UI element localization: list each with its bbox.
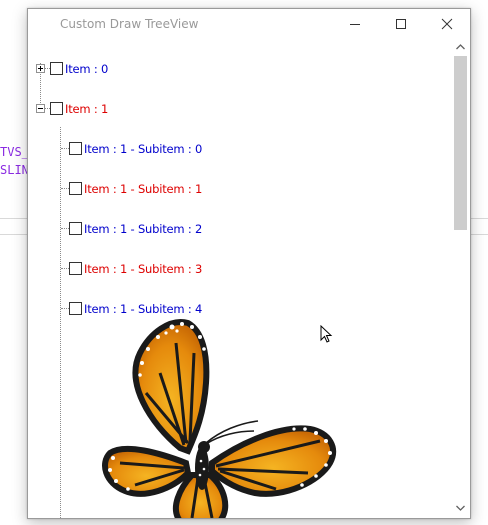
minimize-button[interactable] xyxy=(332,9,378,39)
tree-line xyxy=(61,268,69,269)
butterfly-image xyxy=(102,319,337,518)
tree-subitem-label[interactable]: Item : 1 - Subitem : 4 xyxy=(84,302,202,316)
collapse-button[interactable] xyxy=(36,104,45,113)
chevron-up-icon xyxy=(456,44,465,50)
window-title: Custom Draw TreeView xyxy=(60,17,199,31)
vertical-scrollbar[interactable] xyxy=(452,39,469,517)
subitem-checkbox[interactable] xyxy=(69,302,82,315)
title-bar[interactable]: Custom Draw TreeView xyxy=(28,9,470,39)
tree-item-label[interactable]: Item : 0 xyxy=(65,62,108,76)
tree-view[interactable]: Item : 0 Item : 1 Item : 1 - Subitem : 0… xyxy=(28,39,454,518)
tree-line xyxy=(60,127,61,518)
tree-subitem-label[interactable]: Item : 1 - Subitem : 2 xyxy=(84,222,202,236)
maximize-button[interactable] xyxy=(378,9,424,39)
treeview-window: Custom Draw TreeView Item: 0 Item: 1 I… xyxy=(27,8,471,519)
subitem-checkbox[interactable] xyxy=(69,142,82,155)
tree-line xyxy=(61,188,69,189)
close-icon xyxy=(441,18,453,30)
scroll-thumb[interactable] xyxy=(454,56,467,230)
tree-line xyxy=(61,308,69,309)
close-button[interactable] xyxy=(424,9,470,39)
subitem-checkbox[interactable] xyxy=(69,262,82,275)
tree-line xyxy=(61,228,69,229)
scroll-down-button[interactable] xyxy=(452,500,469,517)
background-code-line: SLIN xyxy=(0,163,29,177)
item-checkbox[interactable] xyxy=(50,102,63,115)
item-checkbox[interactable] xyxy=(50,62,63,75)
subitem-checkbox[interactable] xyxy=(69,222,82,235)
chevron-down-icon xyxy=(456,505,465,511)
scroll-up-button[interactable] xyxy=(452,39,469,56)
tree-subitem-label[interactable]: Item : 1 - Subitem : 3 xyxy=(84,262,202,276)
background-code-line: TVS_ xyxy=(0,145,29,159)
tree-item-label[interactable]: Item : 1 xyxy=(65,102,108,116)
tree-subitem-label[interactable]: Item : 1 - Subitem : 1 xyxy=(84,182,202,196)
expand-button[interactable] xyxy=(36,64,45,73)
maximize-icon xyxy=(396,19,406,29)
tree-subitem-label[interactable]: Item : 1 - Subitem : 0 xyxy=(84,142,202,156)
tree-line xyxy=(61,148,69,149)
mouse-cursor-icon xyxy=(320,325,333,343)
minimize-icon xyxy=(350,24,360,25)
subitem-checkbox[interactable] xyxy=(69,182,82,195)
